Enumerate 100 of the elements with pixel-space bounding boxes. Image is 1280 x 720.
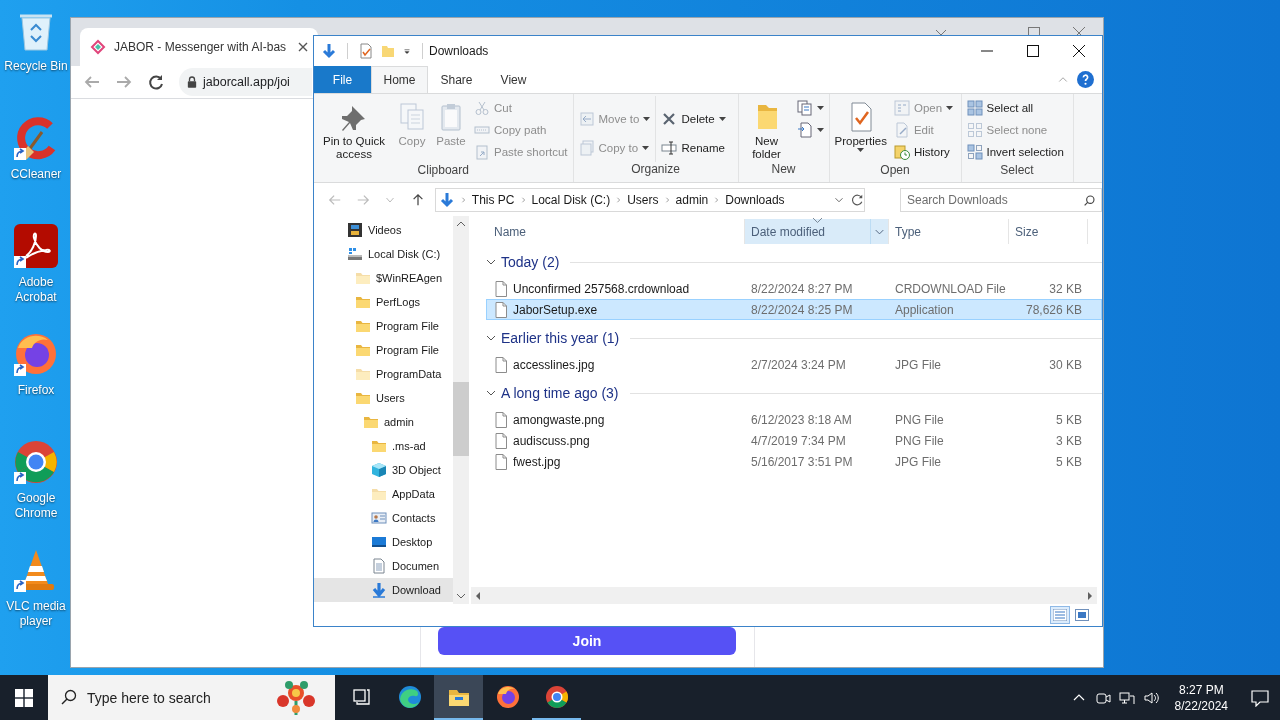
browser-tab[interactable]: JABOR - Messenger with AI-bas bbox=[80, 28, 318, 66]
nav-item[interactable]: Program File bbox=[314, 338, 453, 362]
view-button[interactable] bbox=[1072, 606, 1092, 624]
nav-item[interactable]: Download bbox=[314, 578, 453, 602]
nav-item[interactable]: Contacts bbox=[314, 506, 453, 530]
breadcrumb[interactable]: Users bbox=[627, 192, 659, 207]
file-row[interactable]: Unconfirmed 257568.crdownload 8/22/2024 8:27 PM CRDOWNLOAD File 32 KB bbox=[486, 278, 1102, 299]
file-row[interactable]: amongwaste.png 6/12/2023 8:18 AM PNG File 5 KB bbox=[486, 409, 1102, 430]
nav-item[interactable]: 3D Object bbox=[314, 458, 453, 482]
nav-item[interactable]: Local Disk (C:) bbox=[314, 242, 453, 266]
taskbar-app-button[interactable] bbox=[434, 675, 483, 720]
clock-time[interactable]: 8:27 PM bbox=[1178, 681, 1224, 698]
scroll-thumb[interactable] bbox=[453, 382, 469, 456]
file-type: PNG File bbox=[894, 412, 945, 427]
file-name: amongwaste.png bbox=[513, 412, 605, 427]
paste-shortcut-icon bbox=[474, 144, 490, 160]
breadcrumb[interactable]: Downloads bbox=[725, 192, 785, 207]
file-row[interactable]: JaborSetup.exe 8/22/2024 8:25 PM Application 78,626 KB bbox=[486, 299, 1102, 320]
column-header[interactable]: Date modified bbox=[745, 219, 889, 244]
clock-date[interactable]: 8/22/2024 bbox=[1174, 697, 1228, 714]
select-none-icon bbox=[966, 122, 983, 138]
ribbon-button[interactable]: Invert selection bbox=[964, 141, 1066, 163]
file-row[interactable]: fwest.jpg 5/16/2017 3:51 PM JPG File 5 KB bbox=[486, 451, 1102, 472]
address-bar[interactable]: This PC Local Disk (C:) Users admin Downloads bbox=[434, 187, 865, 212]
nav-item[interactable]: Videos bbox=[314, 218, 453, 242]
column-header[interactable]: Size bbox=[1009, 219, 1088, 244]
diamond-logo-icon bbox=[90, 39, 106, 55]
nav-item[interactable]: admin bbox=[314, 410, 453, 434]
new-item-icon bbox=[796, 100, 813, 116]
nav-item[interactable]: Users bbox=[314, 386, 453, 410]
file-date: 8/22/2024 8:25 PM bbox=[750, 302, 854, 317]
tab-title: JABOR - Messenger with AI-bas bbox=[114, 40, 288, 54]
ribbon-button[interactable]: Rename bbox=[659, 133, 728, 162]
file-name: audiscuss.png bbox=[513, 433, 590, 448]
file-row[interactable]: audiscuss.png 4/7/2019 7:34 PM PNG File 3 KB bbox=[486, 430, 1102, 451]
download-arrow-icon bbox=[438, 191, 455, 208]
ribbon-button[interactable]: New folder bbox=[741, 97, 792, 161]
ribbon-button[interactable]: Delete bbox=[659, 104, 728, 133]
file-type: CRDOWNLOAD File bbox=[894, 281, 1007, 296]
search-field[interactable]: Search Downloads bbox=[900, 187, 1102, 212]
nav-item[interactable]: ProgramData bbox=[314, 362, 453, 386]
speaker-icon[interactable] bbox=[1142, 689, 1159, 706]
file-menu-tab[interactable]: File bbox=[314, 66, 371, 93]
column-header[interactable]: Type bbox=[889, 219, 1009, 244]
scrollbar[interactable] bbox=[471, 587, 1097, 604]
ribbon-tab[interactable]: Share bbox=[428, 66, 485, 93]
ribbon-button[interactable]: Pin to Quick access bbox=[317, 97, 391, 161]
file-icon bbox=[495, 356, 507, 373]
group-header[interactable]: A long time ago (3) bbox=[501, 385, 619, 401]
file-name: JaborSetup.exe bbox=[513, 302, 598, 317]
page-icon bbox=[796, 122, 813, 138]
edge-icon bbox=[396, 683, 423, 710]
nav-item[interactable]: Desktop bbox=[314, 530, 453, 554]
ribbon-button[interactable]: Select all bbox=[964, 97, 1066, 119]
nav-item[interactable]: AppData bbox=[314, 482, 453, 506]
caret-icon bbox=[816, 128, 824, 132]
nav-item[interactable]: $WinREAgen bbox=[314, 266, 453, 290]
network-icon[interactable] bbox=[1118, 689, 1135, 706]
group-header[interactable]: Today (2) bbox=[501, 254, 560, 270]
back-arrow-icon bbox=[327, 192, 342, 207]
sort-caret-icon bbox=[813, 218, 822, 223]
nav-item[interactable]: .ms-ad bbox=[314, 434, 453, 458]
nav-item[interactable]: PerfLogs bbox=[314, 290, 453, 314]
ribbon-tab[interactable]: View bbox=[485, 66, 542, 93]
caret-icon bbox=[718, 116, 726, 121]
close-icon bbox=[298, 42, 308, 52]
icon-menu-button[interactable] bbox=[794, 97, 826, 119]
refresh-icon bbox=[850, 192, 864, 207]
file-icon bbox=[495, 432, 507, 449]
ribbon-group-label: Open bbox=[879, 163, 911, 179]
caret-icon bbox=[857, 148, 865, 152]
ribbon-group-label: Select bbox=[999, 163, 1035, 179]
move-to-icon bbox=[578, 110, 595, 127]
file-row[interactable]: accesslines.jpg 2/7/2024 3:24 PM JPG File 30 KB bbox=[486, 354, 1102, 375]
history-icon bbox=[893, 144, 910, 160]
ribbon-tab[interactable]: Home bbox=[371, 66, 428, 93]
caret-icon bbox=[946, 106, 954, 110]
file-type: JPG File bbox=[894, 357, 942, 372]
ribbon-button[interactable]: History bbox=[891, 141, 956, 163]
nav-item[interactable]: Program File bbox=[314, 314, 453, 338]
properties-icon bbox=[358, 43, 374, 59]
nav-item[interactable]: Documen bbox=[314, 554, 453, 578]
notification-icon[interactable] bbox=[1251, 688, 1269, 707]
help-icon[interactable] bbox=[1077, 71, 1094, 88]
scrollbar[interactable] bbox=[453, 216, 469, 604]
ribbon-button[interactable]: Properties bbox=[832, 97, 889, 152]
breadcrumb[interactable]: This PC bbox=[471, 192, 515, 207]
file-size: 32 KB bbox=[1048, 281, 1083, 296]
join-button[interactable]: Join bbox=[438, 627, 736, 655]
rename-icon bbox=[661, 139, 678, 156]
breadcrumb[interactable]: Local Disk (C:) bbox=[531, 192, 611, 207]
scroll-left-icon bbox=[474, 591, 482, 600]
file-size: 5 KB bbox=[1055, 412, 1083, 427]
group-header[interactable]: Earlier this year (1) bbox=[501, 330, 620, 346]
breadcrumb[interactable]: admin bbox=[675, 192, 709, 207]
ribbon-group-label: Clipboard bbox=[416, 163, 470, 179]
file-date: 6/12/2023 8:18 AM bbox=[750, 412, 853, 427]
taskbar-search-field[interactable]: Type here to search bbox=[48, 675, 335, 720]
address-bar[interactable]: jaborcall.app/joi bbox=[179, 68, 312, 96]
file-size: 3 KB bbox=[1055, 433, 1083, 448]
